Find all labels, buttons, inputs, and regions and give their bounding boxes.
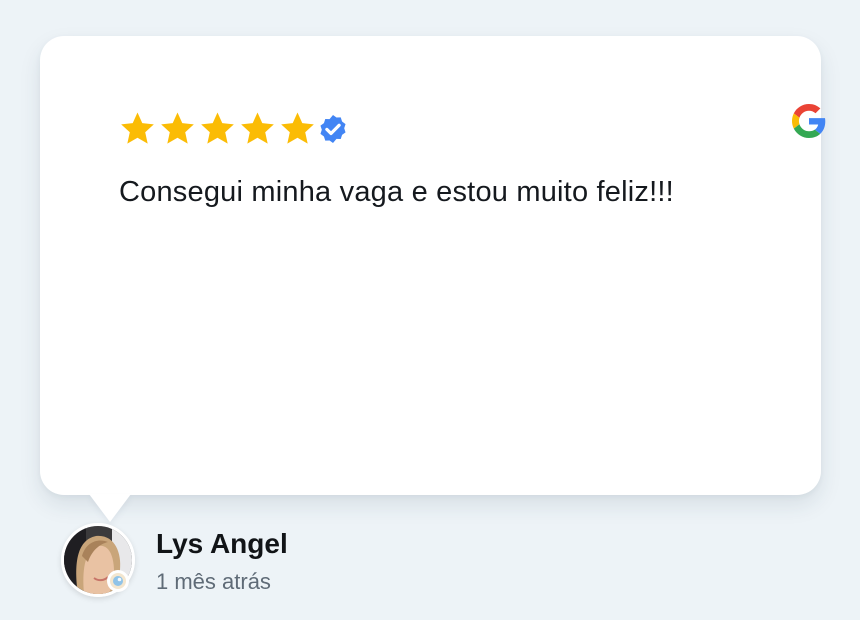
star-rating (119, 110, 349, 147)
review-date: 1 mês atrás (156, 569, 271, 594)
star-icon (121, 112, 154, 144)
google-icon (792, 104, 826, 138)
star-icon (201, 112, 234, 144)
review-text: Consegui minha vaga e estou muito feliz!… (119, 176, 674, 208)
author-name[interactable]: Lys Angel (156, 528, 288, 560)
review-card: Consegui minha vaga e estou muito feliz!… (40, 36, 826, 495)
star-icon (281, 112, 314, 144)
profile-badge-icon (107, 570, 129, 592)
star-icon (241, 112, 274, 144)
speech-bubble-tail (89, 494, 131, 522)
star-icon (161, 112, 194, 144)
verified-badge-icon (320, 114, 346, 143)
